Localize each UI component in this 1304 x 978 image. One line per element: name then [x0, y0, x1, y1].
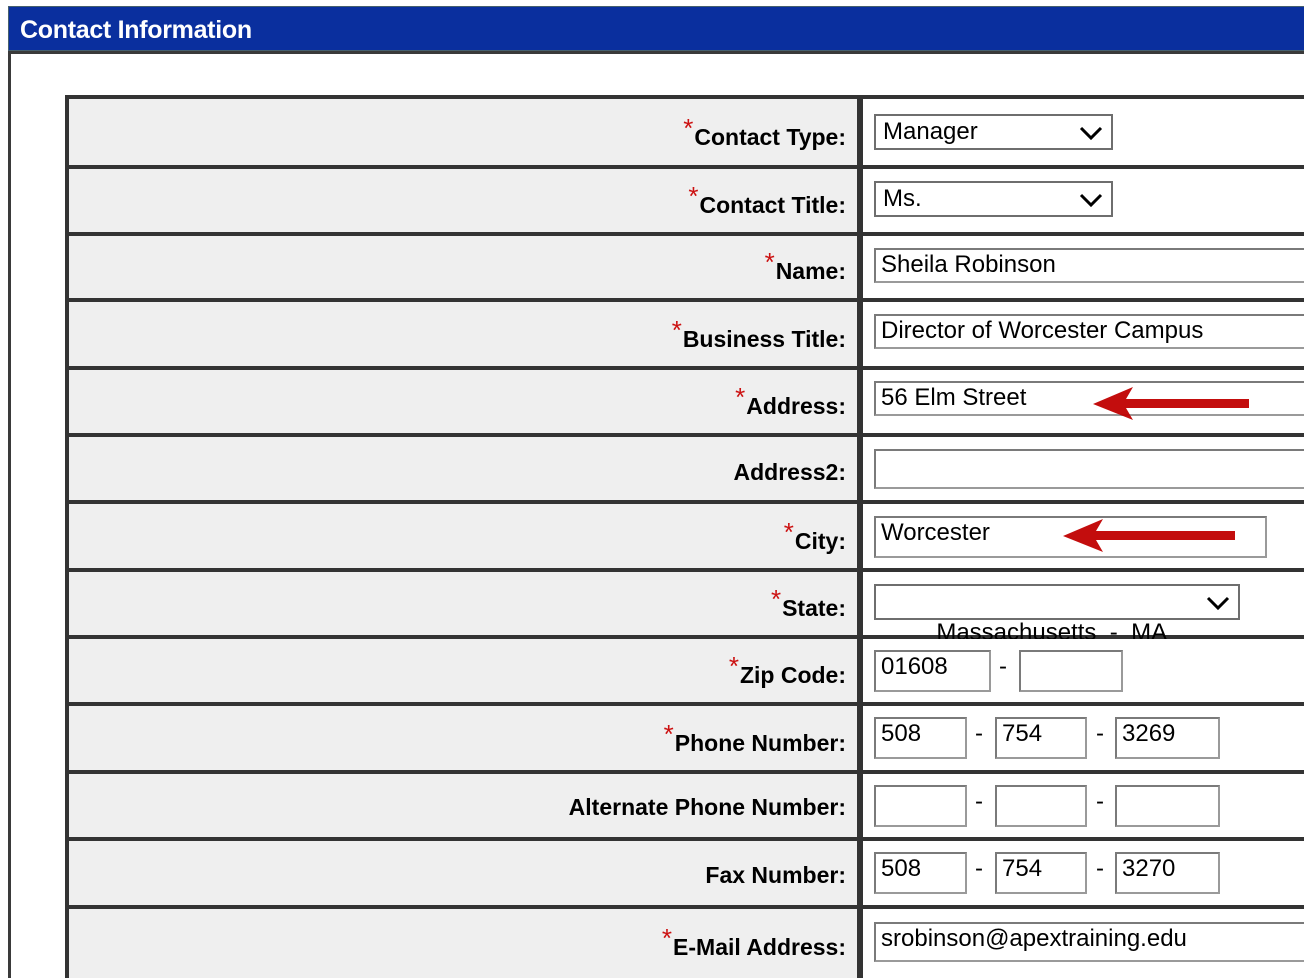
- alt-phone-label: Alternate Phone Number:: [568, 794, 846, 820]
- chevron-down-icon: [1079, 126, 1103, 141]
- row-city: *City: Worcester: [65, 504, 1304, 568]
- required-marker: *: [728, 651, 739, 681]
- alt-phone-prefix-input[interactable]: [995, 785, 1087, 827]
- address2-input[interactable]: [874, 449, 1304, 489]
- contact-title-label: *Contact Title:: [688, 181, 846, 218]
- address-label: *Address:: [735, 382, 846, 419]
- required-marker: *: [683, 113, 694, 143]
- city-label: *City:: [783, 517, 846, 554]
- fax-area-input[interactable]: 508: [874, 852, 967, 894]
- phone-separator: -: [1096, 720, 1104, 747]
- state-select[interactable]: Massachusetts - MA: [874, 584, 1240, 646]
- required-marker: *: [764, 247, 775, 277]
- red-arrow-annotation: [1093, 387, 1249, 420]
- red-arrow-annotation: [1063, 519, 1235, 552]
- alt-phone-separator: -: [1096, 788, 1104, 815]
- zip-label: *Zip Code:: [728, 651, 846, 688]
- row-zip: *Zip Code: 01608 -: [65, 639, 1304, 702]
- required-marker: *: [783, 517, 794, 547]
- zip-separator: -: [999, 653, 1007, 680]
- section-title: Contact Information: [20, 16, 252, 44]
- section-header: Contact Information: [8, 6, 1304, 51]
- phone-line-input[interactable]: 3269: [1115, 717, 1220, 759]
- fax-label: Fax Number:: [705, 862, 846, 888]
- alt-phone-line-input[interactable]: [1115, 785, 1220, 827]
- required-marker: *: [671, 315, 682, 345]
- state-label: *State:: [770, 584, 846, 621]
- email-input[interactable]: srobinson@apextraining.edu: [874, 922, 1304, 962]
- row-email: *E-Mail Address: srobinson@apextraining.…: [65, 909, 1304, 978]
- name-label: *Name:: [764, 247, 846, 284]
- alt-phone-separator: -: [975, 788, 983, 815]
- business-title-label: *Business Title:: [671, 315, 846, 352]
- chevron-down-icon: [1206, 596, 1230, 611]
- contact-title-select[interactable]: Ms.: [874, 181, 1113, 217]
- phone-label: *Phone Number:: [663, 719, 846, 756]
- address2-label: Address2:: [733, 459, 846, 485]
- row-fax: Fax Number: 508 - 754 - 3270: [65, 841, 1304, 905]
- phone-area-input[interactable]: 508: [874, 717, 967, 759]
- contact-type-select[interactable]: Manager: [874, 114, 1113, 150]
- name-input[interactable]: Sheila Robinson: [874, 248, 1304, 283]
- row-contact-title: *Contact Title: Ms.: [65, 169, 1304, 232]
- email-label: *E-Mail Address:: [661, 923, 846, 960]
- row-contact-type: *Contact Type: Manager: [65, 99, 1304, 165]
- alt-phone-area-input[interactable]: [874, 785, 967, 827]
- fax-separator: -: [975, 855, 983, 882]
- row-business-title: *Business Title: Director of Worcester C…: [65, 302, 1304, 366]
- zip-ext-input[interactable]: [1019, 650, 1123, 692]
- contact-form-table: *Contact Type: Manager *Contact Title: M…: [65, 95, 1304, 978]
- phone-separator: -: [975, 720, 983, 747]
- fax-prefix-input[interactable]: 754: [995, 852, 1087, 894]
- phone-prefix-input[interactable]: 754: [995, 717, 1087, 759]
- required-marker: *: [735, 382, 746, 412]
- panel-border-left: [8, 51, 11, 978]
- row-address2: Address2:: [65, 437, 1304, 500]
- row-name: *Name: Sheila Robinson: [65, 236, 1304, 298]
- contact-type-label: *Contact Type:: [683, 113, 846, 150]
- required-marker: *: [688, 181, 699, 211]
- panel-border-top: [8, 51, 1304, 54]
- row-state: *State: Massachusetts - MA: [65, 572, 1304, 646]
- chevron-down-icon: [1079, 193, 1103, 208]
- business-title-input[interactable]: Director of Worcester Campus: [874, 314, 1304, 349]
- required-marker: *: [661, 923, 673, 953]
- required-marker: *: [663, 719, 674, 749]
- row-alt-phone: Alternate Phone Number: - -: [65, 774, 1304, 837]
- fax-separator: -: [1096, 855, 1104, 882]
- zip-input[interactable]: 01608: [874, 650, 991, 692]
- required-marker: *: [770, 584, 782, 614]
- row-address: *Address: 56 Elm Street: [65, 370, 1304, 433]
- row-phone: *Phone Number: 508 - 754 - 3269: [65, 706, 1304, 770]
- fax-line-input[interactable]: 3270: [1115, 852, 1220, 894]
